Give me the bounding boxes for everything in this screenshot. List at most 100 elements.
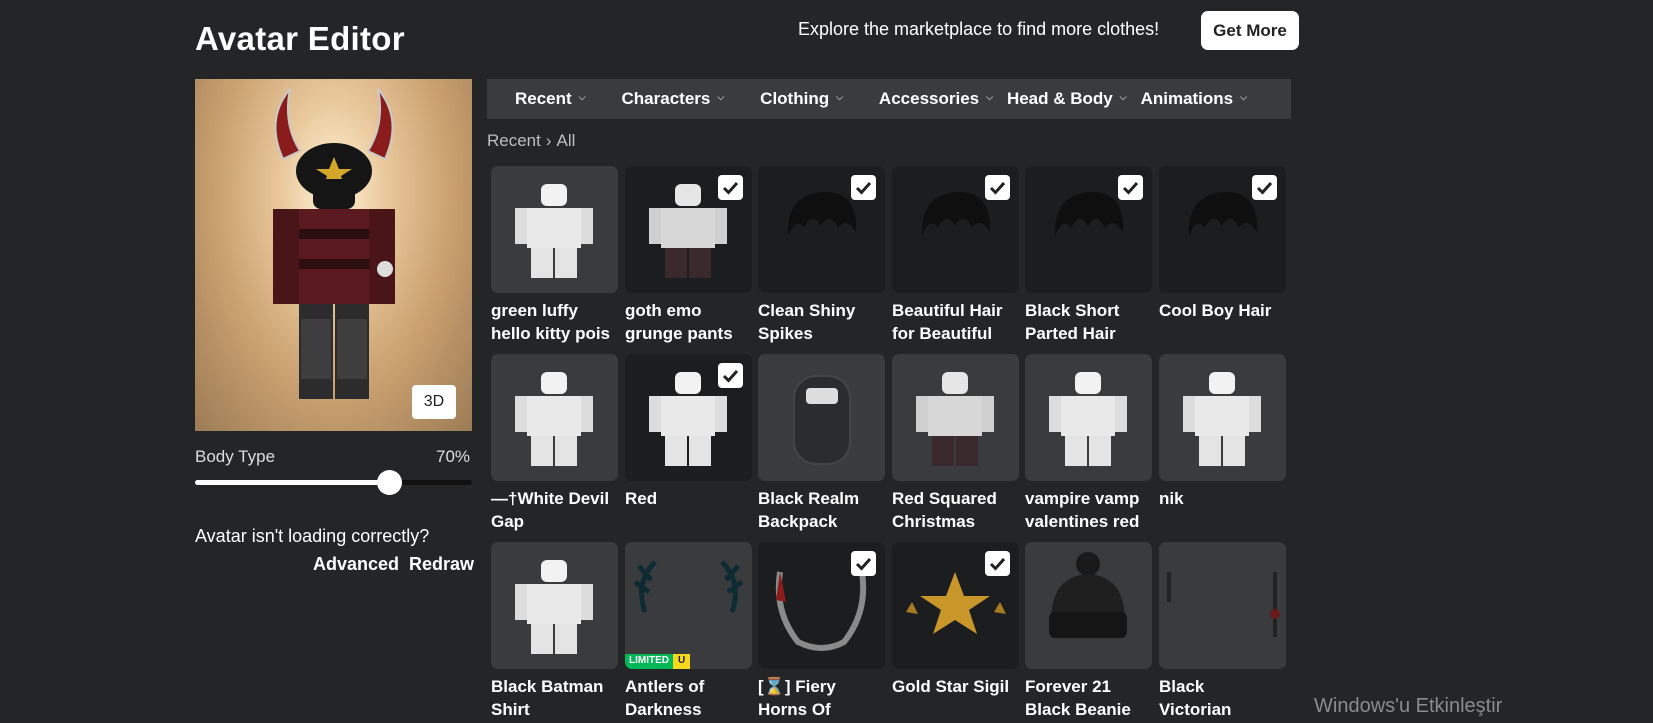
equipped-check-icon[interactable]: [851, 175, 876, 200]
item-thumbnail[interactable]: [892, 542, 1019, 669]
item-name-line2[interactable]: valentines red: [1025, 510, 1152, 533]
item-thumbnail[interactable]: [1025, 542, 1152, 669]
advanced-link[interactable]: Advanced: [313, 554, 399, 575]
item-name-line1[interactable]: Black Batman: [491, 675, 618, 698]
body-type-slider[interactable]: [195, 470, 472, 495]
item-card[interactable]: vampire vamp valentines red: [1025, 354, 1152, 533]
equipped-check-icon[interactable]: [985, 175, 1010, 200]
tab-label: Recent: [515, 89, 572, 108]
item-card[interactable]: Gold Star Sigil: [892, 542, 1019, 698]
tab-label: Head & Body: [1006, 89, 1113, 108]
item-thumbnail[interactable]: [625, 166, 752, 293]
item-name-line1[interactable]: Black: [1159, 675, 1286, 698]
item-name-line2[interactable]: grunge pants: [625, 322, 752, 345]
tab-clothing[interactable]: Clothing ⌵: [760, 89, 843, 109]
item-name-line1[interactable]: Antlers of: [625, 675, 752, 698]
item-name-line1[interactable]: Red Squared: [892, 487, 1019, 510]
item-card[interactable]: —†White Devil Gap: [491, 354, 618, 533]
breadcrumb-separator: ›: [545, 131, 552, 150]
item-card[interactable]: goth emo grunge pants: [625, 166, 752, 345]
item-card[interactable]: Red: [625, 354, 752, 510]
item-name-line2[interactable]: Spikes: [758, 322, 885, 345]
get-more-button[interactable]: Get More: [1201, 11, 1299, 50]
item-card[interactable]: Black Batman Shirt: [491, 542, 618, 721]
item-card[interactable]: Forever 21 Black Beanie: [1025, 542, 1152, 721]
item-thumbnail[interactable]: [491, 542, 618, 669]
item-name-line1[interactable]: Cool Boy Hair: [1159, 299, 1286, 322]
item-thumbnail[interactable]: [1159, 542, 1286, 669]
category-tabs: Recent ⌵ Characters ⌵ Clothing ⌵ Accessorie…: [487, 79, 1291, 119]
item-name-line2[interactable]: hello kitty pois: [491, 322, 618, 345]
item-name-line2[interactable]: Horns Of: [758, 698, 885, 721]
item-name-line2[interactable]: Victorian: [1159, 698, 1286, 721]
breadcrumb-current: All: [556, 131, 576, 150]
item-name-line1[interactable]: Black Short: [1025, 299, 1152, 322]
item-name-line1[interactable]: Gold Star Sigil: [892, 675, 1019, 698]
item-name-line1[interactable]: Red: [625, 487, 752, 510]
item-thumbnail[interactable]: [758, 354, 885, 481]
breadcrumb-parent[interactable]: Recent: [487, 131, 541, 150]
shirt-avatar-icon: [1049, 372, 1127, 466]
equipped-check-icon[interactable]: [985, 551, 1010, 576]
item-thumbnail[interactable]: [491, 166, 618, 293]
item-name-line2[interactable]: Darkness: [625, 698, 752, 721]
equipped-check-icon[interactable]: [718, 175, 743, 200]
avatar-loading-question: Avatar isn't loading correctly?: [195, 526, 430, 546]
item-thumbnail[interactable]: [758, 542, 885, 669]
item-thumbnail[interactable]: [758, 166, 885, 293]
item-name-line1[interactable]: [⌛] Fiery: [758, 675, 885, 698]
item-card[interactable]: LIMITED U Antlers of Darkness: [625, 542, 752, 721]
tab-accessories[interactable]: Accessories ⌵: [879, 89, 993, 109]
item-name-line1[interactable]: Beautiful Hair: [892, 299, 1019, 322]
item-thumbnail[interactable]: [892, 166, 1019, 293]
tab-head-body[interactable]: Head & Body ⌵: [1007, 89, 1127, 109]
item-card[interactable]: Red Squared Christmas: [892, 354, 1019, 533]
equipped-check-icon[interactable]: [1118, 175, 1143, 200]
toggle-3d-button[interactable]: 3D: [412, 385, 456, 419]
item-card[interactable]: Black Realm Backpack: [758, 354, 885, 533]
body-type-label: Body Type: [195, 447, 276, 466]
item-card[interactable]: [⌛] Fiery Horns Of: [758, 542, 885, 721]
item-name-line2[interactable]: Backpack: [758, 510, 885, 533]
tab-characters[interactable]: Characters ⌵: [622, 89, 725, 109]
item-name-line1[interactable]: Black Realm: [758, 487, 885, 510]
item-card[interactable]: green luffy hello kitty pois: [491, 166, 618, 345]
item-name-line1[interactable]: nik: [1159, 487, 1286, 510]
item-name-line1[interactable]: green luffy: [491, 299, 618, 322]
item-thumbnail[interactable]: [1025, 354, 1152, 481]
item-card[interactable]: Black Short Parted Hair: [1025, 166, 1152, 345]
item-thumbnail[interactable]: [1159, 166, 1286, 293]
equipped-check-icon[interactable]: [718, 363, 743, 388]
item-card[interactable]: nik: [1159, 354, 1286, 510]
item-thumbnail[interactable]: [892, 354, 1019, 481]
item-card[interactable]: Beautiful Hair for Beautiful: [892, 166, 1019, 345]
equipped-check-icon[interactable]: [851, 551, 876, 576]
tab-recent[interactable]: Recent ⌵: [515, 89, 586, 109]
item-name-line2[interactable]: for Beautiful: [892, 322, 1019, 345]
limited-badge: LIMITED U: [625, 654, 691, 669]
item-name-line1[interactable]: vampire vamp: [1025, 487, 1152, 510]
item-card[interactable]: Clean Shiny Spikes: [758, 166, 885, 345]
item-name-line2[interactable]: Shirt: [491, 698, 618, 721]
tab-animations[interactable]: Animations ⌵: [1141, 89, 1247, 109]
item-thumbnail[interactable]: LIMITED U: [625, 542, 752, 669]
body-type-slider-thumb[interactable]: [376, 470, 402, 495]
item-name-line2[interactable]: Christmas: [892, 510, 1019, 533]
item-name-line1[interactable]: Forever 21: [1025, 675, 1152, 698]
item-card[interactable]: Cool Boy Hair: [1159, 166, 1286, 322]
item-name-line2[interactable]: Gap: [491, 510, 618, 533]
item-name-line2[interactable]: Parted Hair: [1025, 322, 1152, 345]
item-thumbnail[interactable]: [1025, 166, 1152, 293]
avatar-preview[interactable]: 3D: [195, 79, 472, 431]
item-thumbnail[interactable]: [491, 354, 618, 481]
redraw-link[interactable]: Redraw: [409, 554, 474, 575]
item-thumbnail[interactable]: [625, 354, 752, 481]
item-card[interactable]: Black Victorian: [1159, 542, 1286, 721]
antlers-icon: [633, 560, 744, 613]
item-name-line1[interactable]: Clean Shiny: [758, 299, 885, 322]
item-name-line1[interactable]: —†White Devil: [491, 487, 618, 510]
equipped-check-icon[interactable]: [1252, 175, 1277, 200]
item-thumbnail[interactable]: [1159, 354, 1286, 481]
item-name-line1[interactable]: goth emo: [625, 299, 752, 322]
item-name-line2[interactable]: Black Beanie: [1025, 698, 1152, 721]
